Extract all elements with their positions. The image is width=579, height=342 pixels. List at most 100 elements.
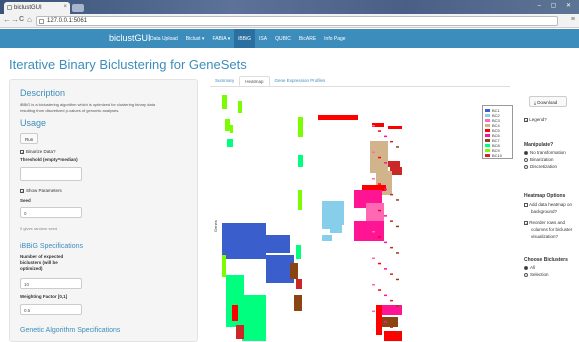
manipulate-option-label: Binarization	[530, 157, 554, 162]
manipulate-heading: Manipulate?	[524, 142, 554, 148]
page-icon	[7, 5, 12, 10]
heatmap-cell	[318, 115, 358, 120]
download-button[interactable]: ⤓ Download	[529, 96, 567, 107]
show-parameters-checkbox[interactable]: ✓ Show Parameters	[20, 188, 62, 193]
checkbox-icon	[524, 202, 528, 207]
heatmap-cell	[384, 331, 402, 341]
heatmap-cell	[372, 125, 375, 127]
ibbig-specifications-heading: iBBiG Specifications	[20, 243, 84, 250]
heatmap-cell	[384, 162, 387, 164]
checkbox-icon: ✓	[20, 149, 25, 155]
choose-biclusters-heading: Choose Biclusters	[524, 257, 568, 263]
back-icon[interactable]: ←	[3, 15, 11, 24]
nav-item-isa[interactable]: ISA	[255, 29, 271, 48]
heatmap-options-heading: Heatmap Options	[524, 193, 566, 199]
heatmap-cell	[376, 305, 382, 335]
genetic-algorithm-heading: Genetic Algorithm Specifications	[20, 327, 121, 334]
manipulate-option-label: Discretization	[530, 164, 558, 169]
heatmap-cell	[384, 135, 387, 138]
tab-gene-expression-profiles[interactable]: Gene Expression Profiles	[270, 76, 331, 86]
add-data-checkbox[interactable]: Add data heatmap on	[524, 202, 572, 207]
heatmap-cell	[384, 268, 387, 270]
nav-item-ibbig[interactable]: iBBiG	[234, 29, 256, 48]
nav-item-biclust[interactable]: Biclust ▾	[182, 29, 209, 48]
close-tab-icon[interactable]: ×	[63, 4, 67, 10]
heatmap-cell	[232, 305, 238, 321]
manipulate-option-discretization[interactable]: Discretization	[524, 164, 557, 169]
heatmap-cell	[396, 331, 399, 334]
usage-heading: Usage	[20, 118, 47, 128]
heatmap-cell	[396, 225, 399, 228]
genes-axis-label: Genes	[213, 220, 218, 232]
heatmap-cell	[384, 188, 387, 191]
threshold-input[interactable]	[20, 167, 82, 181]
heatmap-cell	[388, 126, 402, 129]
choose-option-all[interactable]: All	[524, 265, 535, 270]
nav-item-data-upload[interactable]: Data Upload	[146, 29, 182, 48]
nav-item-info-page[interactable]: Info Page	[320, 29, 349, 48]
heatmap-cell	[296, 279, 302, 289]
radio-icon	[524, 164, 528, 169]
heatmap-cell	[390, 220, 393, 222]
new-tab-button[interactable]	[72, 4, 84, 12]
description-heading: Description	[20, 88, 66, 98]
n-bicluster-input[interactable]: 10	[20, 278, 82, 289]
app-brand[interactable]: biclustGUI	[109, 33, 151, 43]
nav-item-fabia[interactable]: FABIA ▾	[208, 29, 234, 48]
heatmap-cell	[384, 321, 387, 323]
reload-icon[interactable]: C	[19, 16, 24, 23]
heatmap-cell	[298, 155, 303, 167]
app-navbar: biclustGUI Data Upload Biclust ▾ FABIA ▾ iB…	[0, 29, 579, 48]
run-button[interactable]: Run	[20, 133, 38, 144]
heatmap-cell	[222, 255, 226, 277]
choose-option-selection[interactable]: Selection	[524, 272, 549, 277]
heatmap-cell	[390, 167, 393, 169]
browser-toolbar: ← → C ⌂ 127.0.0.1:5061 ≡	[0, 14, 579, 28]
browser-tab[interactable]: biclustGUI ×	[4, 2, 70, 14]
heatmap-cell	[230, 125, 233, 133]
radio-icon	[524, 157, 528, 162]
heatmap-cell	[238, 235, 290, 253]
tab-heatmap[interactable]: Heatmap	[239, 76, 270, 86]
heatmap-cell	[396, 305, 399, 307]
heatmap-cell	[354, 233, 380, 241]
manipulate-option-binarization[interactable]: Binarization	[524, 157, 554, 162]
heatmap-cell	[396, 252, 399, 254]
heatmap-cell	[298, 190, 302, 210]
result-tabs: Summary Heatmap Gene Expression Profiles	[210, 76, 330, 86]
nav-item-qubic[interactable]: QUBIC	[271, 29, 295, 48]
seed-input[interactable]: 0	[20, 207, 82, 218]
binarize-checkbox[interactable]: ✓ Binarize Data?	[20, 149, 56, 154]
tab-summary[interactable]: Summary	[210, 76, 239, 86]
description-text-line: resulting from discretized p-values of g…	[20, 108, 120, 113]
heatmap-cell	[390, 299, 393, 302]
home-icon[interactable]: ⌂	[27, 15, 32, 24]
checkbox-icon: ✓	[524, 220, 529, 226]
address-bar[interactable]: 127.0.0.1:5061	[36, 16, 558, 26]
manipulate-option-no-transformation[interactable]: No transformation	[524, 150, 566, 155]
window-controls[interactable]: – ▢ ✕	[538, 2, 575, 9]
download-icon: ⤓	[534, 100, 536, 105]
weighting-factor-input[interactable]: 0.5	[20, 304, 82, 315]
choose-option-label: All	[530, 265, 536, 270]
forward-icon[interactable]: →	[11, 15, 19, 24]
heatmap-cell	[238, 101, 242, 113]
reorder-label: visualization?	[531, 234, 559, 239]
heatmap-cell	[372, 204, 375, 206]
menu-icon[interactable]: ≡	[571, 16, 575, 23]
heatmap-cell	[372, 231, 375, 233]
legend-checkbox[interactable]: ✓ Legend?	[524, 117, 547, 122]
nav-item-bicare[interactable]: BicARE	[295, 29, 320, 48]
heatmap-cell	[290, 263, 298, 279]
legend-checkbox-label: Legend?	[529, 117, 547, 122]
heatmap-cell	[396, 146, 399, 148]
legend-swatch	[485, 154, 490, 157]
heatmap-cell	[236, 325, 244, 339]
radio-icon	[524, 265, 528, 270]
heatmap-cell	[378, 130, 381, 132]
reorder-checkbox[interactable]: ✓ Reorder rows and	[524, 220, 565, 225]
heatmap-cell	[294, 295, 302, 311]
n-bicluster-label: optimized)	[20, 266, 43, 271]
heatmap-cell	[372, 310, 375, 312]
heatmap-cell	[378, 315, 381, 318]
